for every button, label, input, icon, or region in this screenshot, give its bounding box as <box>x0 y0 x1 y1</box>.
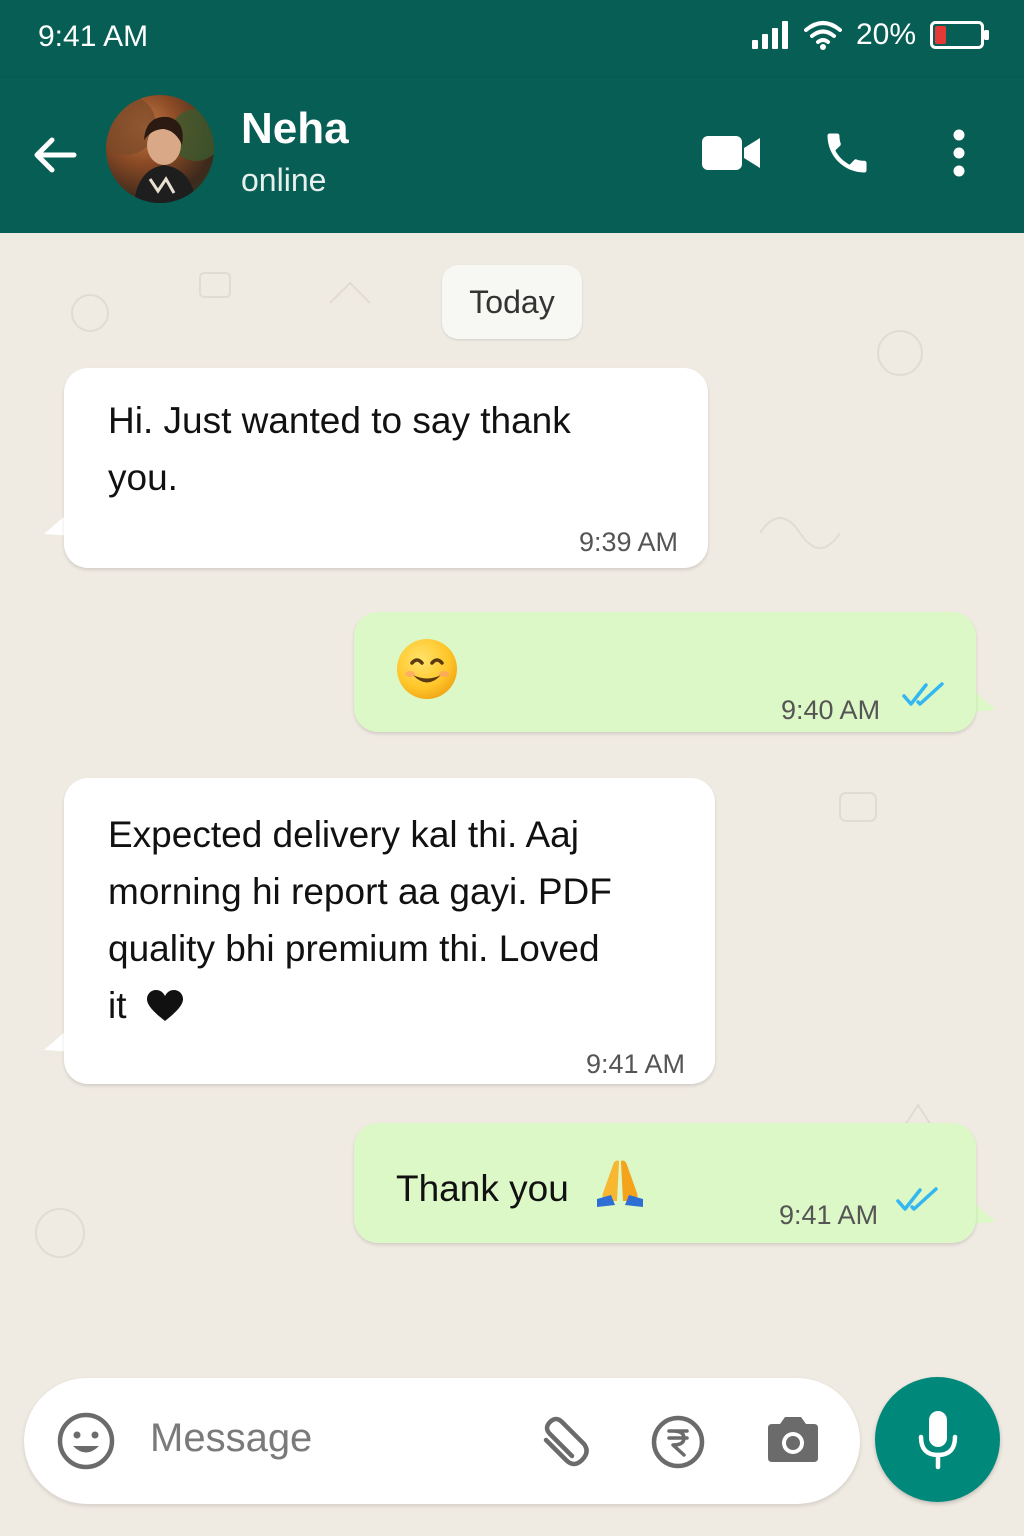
message-time: 9:39 AM <box>578 527 678 557</box>
status-bar: 9:41 AM 20% <box>0 0 1024 78</box>
message-composer[interactable]: Message <box>24 1378 860 1504</box>
battery-icon <box>930 21 989 49</box>
signal-icon <box>751 21 788 49</box>
contact-avatar[interactable] <box>106 95 214 203</box>
message-text-line: quality bhi premium thi. Loved <box>108 928 600 969</box>
message-text-line: Expected delivery kal thi. Aaj <box>108 814 579 855</box>
voice-record-button[interactable] <box>875 1377 1000 1502</box>
message-text-line: Hi. Just wanted to say thank <box>108 400 571 441</box>
attach-icon[interactable] <box>532 1414 592 1470</box>
message-text: Thank you <box>396 1155 647 1217</box>
emoji-icon[interactable] <box>56 1411 116 1471</box>
video-call-icon <box>702 136 760 170</box>
message-time: 9:41 AM <box>585 1049 685 1079</box>
rupee-payment-icon[interactable] <box>650 1414 706 1470</box>
message-text-line: morning hi report aa gayi. PDF <box>108 871 612 912</box>
mic-icon <box>918 1410 957 1469</box>
contact-name[interactable]: Neha <box>241 104 349 154</box>
double-check-read-icon <box>902 682 944 706</box>
folded-hands-emoji <box>597 1160 644 1207</box>
message-text-fragment: it <box>108 985 127 1026</box>
message-incoming[interactable]: Expected delivery kal thi. Aaj morning h… <box>64 778 715 1084</box>
phone-icon <box>827 133 867 173</box>
message-text-line: it <box>108 977 612 1034</box>
message-incoming[interactable]: Hi. Just wanted to say thank you. 9:39 A… <box>64 368 708 568</box>
message-text-fragment: Thank you <box>396 1168 569 1209</box>
message-text: Hi. Just wanted to say thank you. <box>108 392 571 506</box>
contact-status: online <box>241 162 327 198</box>
black-heart-emoji <box>146 990 183 1021</box>
back-button[interactable] <box>30 130 80 180</box>
battery-percentage: 20% <box>855 18 916 51</box>
date-separator: Today <box>442 265 582 339</box>
more-options-button[interactable] <box>940 123 978 183</box>
more-vertical-icon <box>953 129 965 177</box>
wifi-icon <box>803 21 842 50</box>
message-text: Expected delivery kal thi. Aaj morning h… <box>108 806 612 1034</box>
message-time: 9:40 AM <box>781 695 881 725</box>
smiling-face-emoji <box>396 638 458 716</box>
back-arrow-icon <box>34 137 77 173</box>
message-outgoing[interactable]: Thank you 9:41 AM <box>354 1123 976 1243</box>
status-time: 9:41 AM <box>38 20 149 53</box>
status-icons: 20% <box>751 18 990 52</box>
chat-header: Neha online <box>0 78 1024 233</box>
avatar-photo <box>106 95 214 203</box>
voice-call-button[interactable] <box>818 123 876 183</box>
double-check-read-icon <box>896 1187 938 1211</box>
message-text-line: you. <box>108 457 178 498</box>
message-time: 9:41 AM <box>779 1200 879 1230</box>
message-outgoing[interactable]: 9:40 AM <box>354 612 976 732</box>
video-call-button[interactable] <box>700 123 762 183</box>
message-input[interactable]: Message <box>150 1416 312 1461</box>
camera-icon[interactable] <box>764 1414 822 1466</box>
